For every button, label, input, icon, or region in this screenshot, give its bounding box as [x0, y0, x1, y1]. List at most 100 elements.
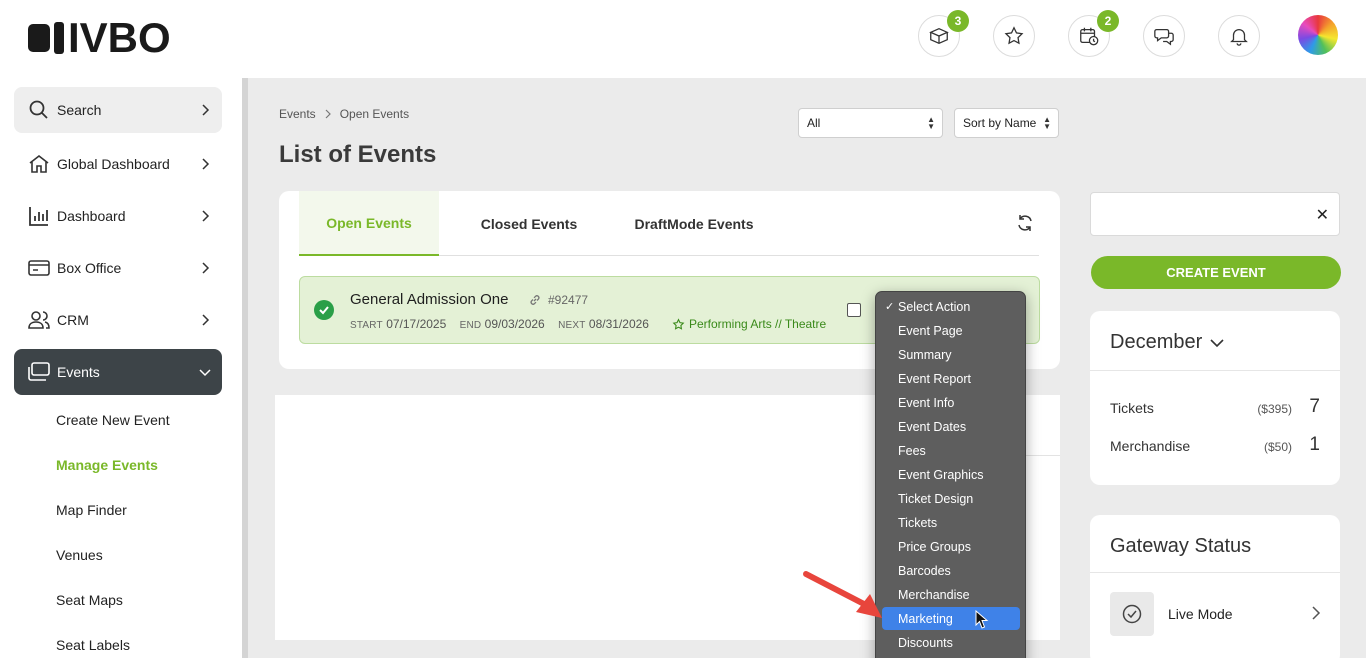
start-date: 07/17/2025: [386, 317, 447, 331]
event-category: Performing Arts // Theatre: [672, 317, 826, 331]
home-icon: [27, 152, 51, 176]
menu-item-event-dates[interactable]: Event Dates: [882, 415, 1020, 438]
menu-item-summary[interactable]: Summary: [882, 343, 1020, 366]
menu-item-event-page[interactable]: Event Page: [882, 319, 1020, 342]
chevron-right-icon: [202, 158, 210, 170]
menu-item-event-graphics[interactable]: Event Graphics: [882, 463, 1020, 486]
sidebar-item-label: Box Office: [57, 260, 122, 276]
sidebar-item-events[interactable]: Events: [14, 349, 222, 395]
event-select-checkbox[interactable]: [847, 303, 861, 317]
select-arrows-icon: ▲ ▼: [1043, 115, 1051, 131]
packages-button[interactable]: 3: [918, 10, 969, 57]
top-bar: IVBO 3 2: [0, 0, 1366, 78]
gateway-status-card: Gateway Status Live Mode: [1090, 515, 1340, 658]
gateway-mode[interactable]: Live Mode: [1168, 606, 1233, 622]
divider: [1090, 370, 1340, 371]
select-arrows-icon: ▲ ▼: [927, 115, 935, 131]
stat-count: 1: [1309, 434, 1320, 455]
calendar-button[interactable]: 2: [1068, 10, 1119, 57]
event-id: #92477: [528, 293, 588, 307]
end-date: 09/03/2026: [484, 317, 545, 331]
stat-count: 7: [1309, 396, 1320, 417]
menu-item-marketing[interactable]: Marketing: [882, 607, 1020, 630]
status-check-icon: [314, 300, 334, 320]
sidebar-subitem-create-new-event[interactable]: Create New Event: [56, 412, 170, 428]
packages-icon: [929, 27, 949, 45]
chevron-right-icon: [202, 314, 210, 326]
sidebar-item-global-dashboard[interactable]: Global Dashboard: [14, 141, 222, 187]
menu-item-fees[interactable]: Fees: [882, 439, 1020, 462]
menu-item-label: Select Action: [898, 299, 971, 314]
next-caption: NEXT: [558, 320, 586, 331]
menu-item-barcodes[interactable]: Barcodes: [882, 559, 1020, 582]
menu-item-select-action[interactable]: ✓ Select Action: [882, 295, 1020, 318]
status-filter-select[interactable]: All ▲ ▼: [798, 108, 943, 138]
chevron-right-icon: [202, 262, 210, 274]
divider: [1025, 455, 1060, 456]
action-menu[interactable]: ✓ Select Action Event Page Summary Event …: [875, 291, 1026, 658]
month-summary-card: December Tickets ($395) 7 Merchandise ($…: [1090, 311, 1340, 485]
event-search-input[interactable]: [1101, 193, 1311, 233]
refresh-icon[interactable]: [1015, 213, 1035, 233]
menu-item-label: Event Info: [898, 395, 955, 410]
sidebar-subitem-map-finder[interactable]: Map Finder: [56, 502, 127, 518]
chevron-right-icon[interactable]: [1311, 606, 1321, 620]
logo-text: IVBO: [68, 19, 171, 57]
packages-badge: 3: [947, 10, 969, 32]
messages-button[interactable]: [1143, 15, 1185, 57]
star-icon: [1004, 26, 1024, 45]
chevron-right-icon: [325, 109, 331, 119]
sidebar-item-dashboard[interactable]: Dashboard: [14, 193, 222, 239]
stat-label: Merchandise: [1110, 438, 1191, 454]
bar-chart-icon: [27, 204, 51, 228]
menu-item-label: Marketing: [898, 611, 953, 626]
close-icon[interactable]: ✕: [1316, 205, 1329, 225]
breadcrumb: Events Open Events: [279, 107, 409, 121]
create-event-button[interactable]: CREATE EVENT: [1091, 256, 1341, 289]
stat-label: Tickets: [1110, 400, 1154, 416]
star-outline-icon: [672, 317, 685, 330]
sidebar-item-search[interactable]: Search: [14, 87, 222, 133]
event-search-field[interactable]: ✕: [1090, 192, 1340, 236]
menu-item-merchandise[interactable]: Merchandise: [882, 583, 1020, 606]
menu-item-event-report[interactable]: Event Report: [882, 367, 1020, 390]
sidebar-scrollbar[interactable]: [242, 78, 248, 658]
menu-item-price-groups[interactable]: Price Groups: [882, 535, 1020, 558]
checkmark-icon: ✓: [885, 301, 895, 313]
favorites-button[interactable]: [993, 15, 1035, 57]
user-avatar[interactable]: [1298, 15, 1338, 55]
event-name[interactable]: General Admission One: [350, 291, 508, 308]
menu-item-event-info[interactable]: Event Info: [882, 391, 1020, 414]
sidebar-item-label: CRM: [57, 312, 89, 328]
sidebar-subitem-manage-events[interactable]: Manage Events: [56, 457, 158, 473]
stat-merchandise: Merchandise ($50) 1: [1110, 434, 1320, 455]
check-circle-icon: [1110, 592, 1154, 636]
notifications-button[interactable]: [1218, 15, 1260, 57]
tab-draftmode-events[interactable]: DraftMode Events: [619, 191, 769, 256]
sidebar-item-box-office[interactable]: Box Office: [14, 245, 222, 291]
sidebar-subitem-venues[interactable]: Venues: [56, 547, 103, 563]
sidebar-subitem-seat-maps[interactable]: Seat Maps: [56, 592, 123, 608]
tab-closed-events[interactable]: Closed Events: [459, 191, 599, 256]
sidebar-item-label: Events: [57, 364, 100, 380]
sort-select[interactable]: Sort by Name ▲ ▼: [954, 108, 1059, 138]
divider: [1090, 572, 1340, 573]
menu-item-label: Event Dates: [898, 419, 967, 434]
ivbo-logo[interactable]: IVBO: [28, 19, 222, 57]
sidebar-subitem-seat-labels[interactable]: Seat Labels: [56, 637, 130, 653]
chat-icon: [1154, 28, 1174, 46]
month-selector[interactable]: December: [1110, 331, 1224, 354]
menu-item-label: Event Graphics: [898, 467, 984, 482]
menu-item-tickets[interactable]: Tickets: [882, 511, 1020, 534]
menu-item-ticket-design[interactable]: Ticket Design: [882, 487, 1020, 510]
bell-icon: [1230, 29, 1248, 46]
search-icon: [27, 98, 51, 122]
sidebar-item-crm[interactable]: CRM: [14, 297, 222, 343]
menu-item-discounts[interactable]: Discounts: [882, 631, 1020, 654]
menu-item-label: Merchandise: [898, 587, 970, 602]
menu-item-label: Ticket Design: [898, 491, 974, 506]
calendar-badge: 2: [1097, 10, 1119, 32]
breadcrumb-root[interactable]: Events: [279, 107, 316, 121]
link-icon[interactable]: [528, 293, 542, 307]
tab-open-events[interactable]: Open Events: [299, 191, 439, 256]
